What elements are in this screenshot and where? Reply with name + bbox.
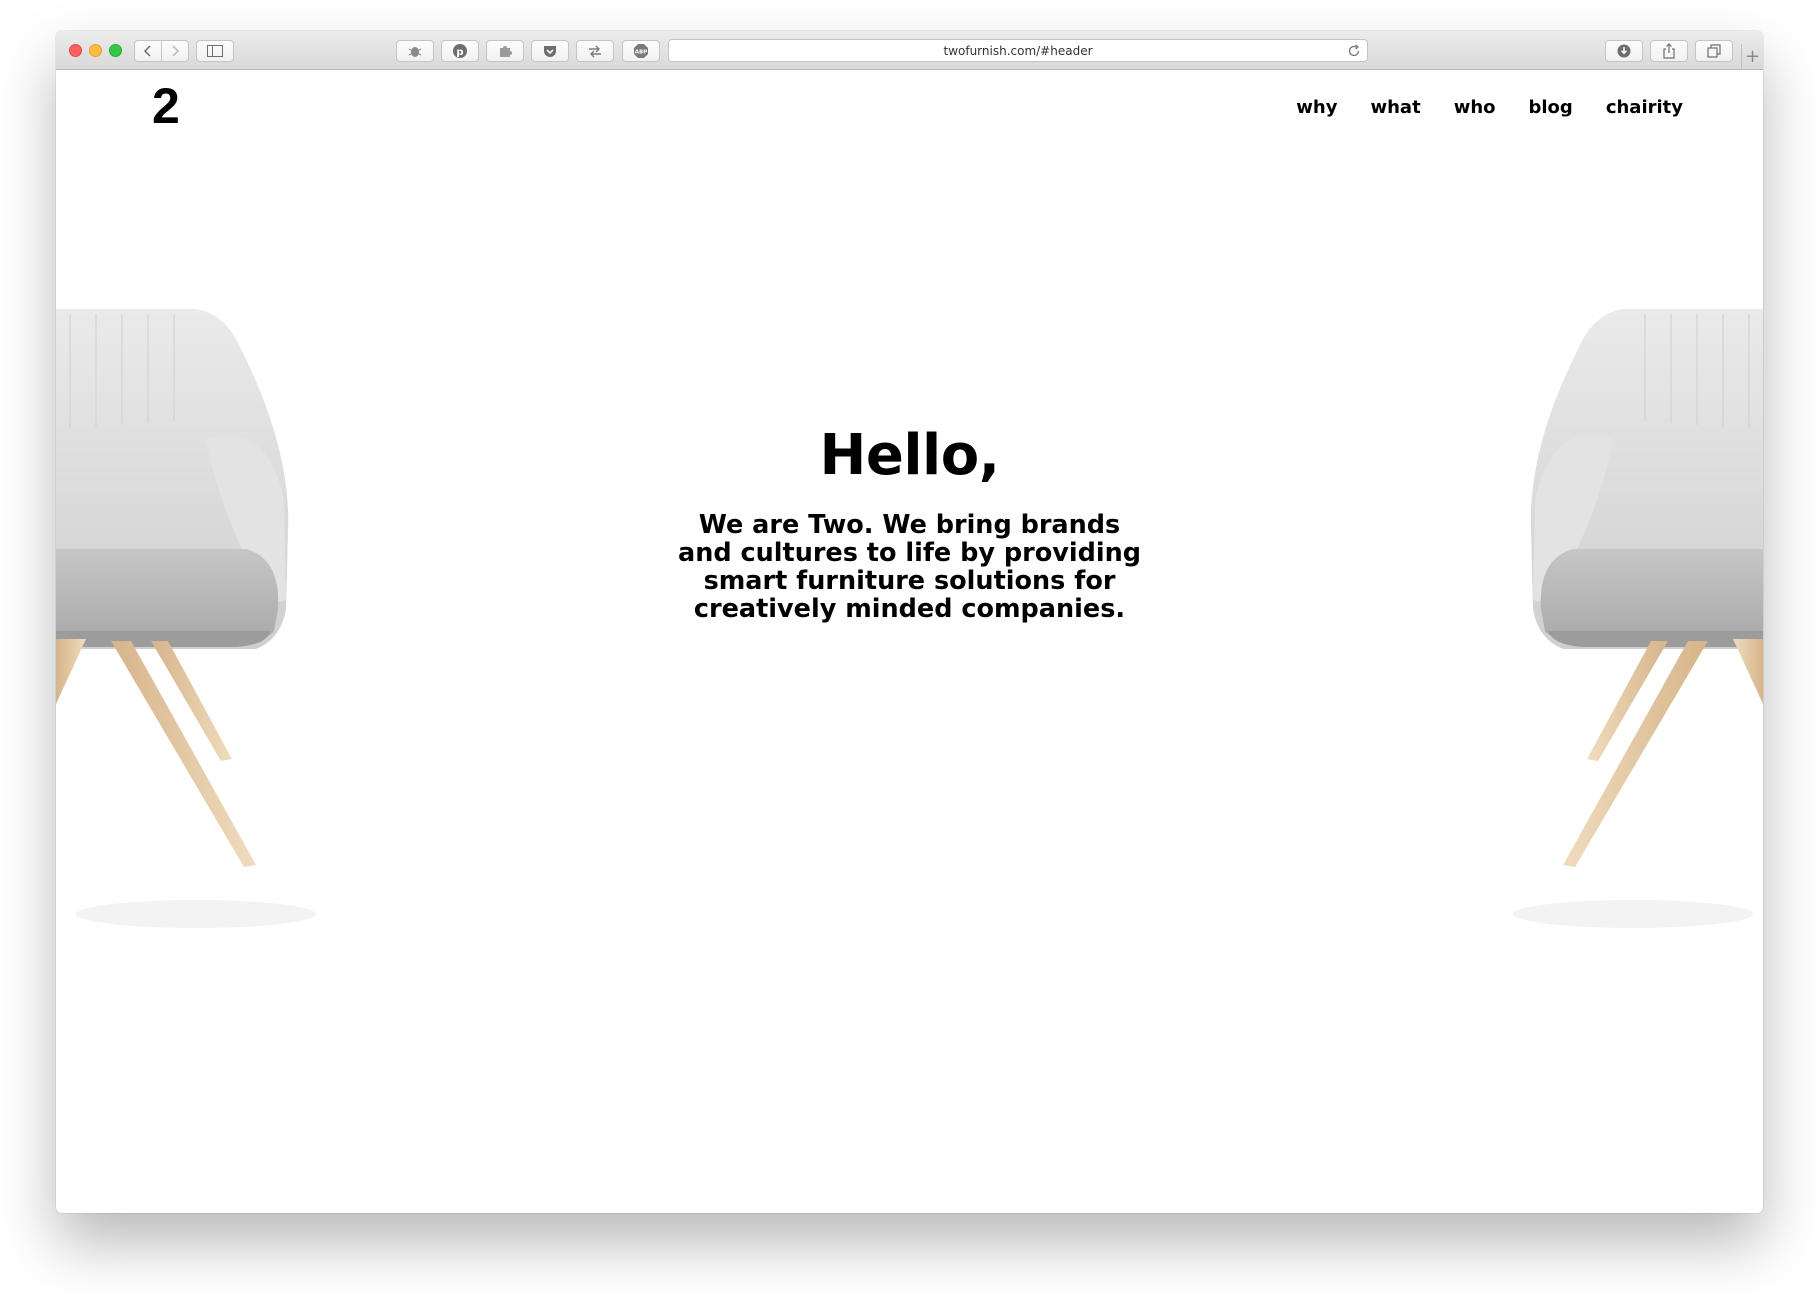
maximize-window-button[interactable] [109,44,122,57]
downloads-button[interactable] [1605,40,1643,62]
hero-text: We are Two. We bring brands and cultures… [678,510,1141,624]
extension-bug-button[interactable] [396,40,434,62]
extension-pocket-button[interactable] [531,40,569,62]
main-nav: why what who blog chairity [1296,97,1683,118]
extension-pinterest-button[interactable]: p [441,40,479,62]
address-bar[interactable]: twofurnish.com/#header [668,39,1368,62]
back-button[interactable] [134,40,162,62]
adblock-icon: ABP [634,44,648,58]
site-logo[interactable]: 2 [152,77,180,135]
nav-link-blog[interactable]: blog [1529,97,1573,118]
extension-swap-button[interactable] [576,40,614,62]
reload-icon[interactable] [1347,44,1361,58]
pinterest-icon: p [453,44,467,58]
chair-image-right [1513,309,1763,928]
browser-window: p ABP twofurnish.com/#header + 2 why wha… [56,31,1763,1213]
tab-overview-button[interactable] [1695,40,1733,62]
chair-image-left [56,309,316,928]
tabs-overview-icon [1707,44,1721,58]
new-tab-button[interactable]: + [1741,44,1763,70]
nav-link-why[interactable]: why [1296,97,1337,118]
nav-link-chairity[interactable]: chairity [1606,97,1683,118]
extension-adblock-button[interactable]: ABP [622,40,660,62]
web-page: 2 why what who blog chairity Hello, We a… [56,71,1763,1213]
chevron-right-icon [172,45,180,57]
hero-title: Hello, [819,423,1000,488]
address-url: twofurnish.com/#header [943,43,1093,58]
bug-icon [408,47,422,57]
pocket-icon [544,46,556,57]
sidebar-icon [207,45,223,57]
nav-link-who[interactable]: who [1454,97,1496,118]
arrows-swap-icon [589,45,601,58]
puzzle-icon [500,46,512,57]
svg-text:ABP: ABP [635,50,647,56]
sidebar-toggle-button[interactable] [196,40,234,62]
svg-text:p: p [456,47,463,58]
browser-toolbar: p ABP twofurnish.com/#header + [56,31,1763,70]
nav-link-what[interactable]: what [1370,97,1420,118]
forward-button[interactable] [161,40,189,62]
share-button[interactable] [1650,40,1688,62]
close-window-button[interactable] [69,44,82,57]
extension-puzzle-button[interactable] [486,40,524,62]
share-icon [1663,43,1675,59]
chevron-left-icon [143,45,151,57]
minimize-window-button[interactable] [89,44,102,57]
download-icon [1617,44,1631,58]
